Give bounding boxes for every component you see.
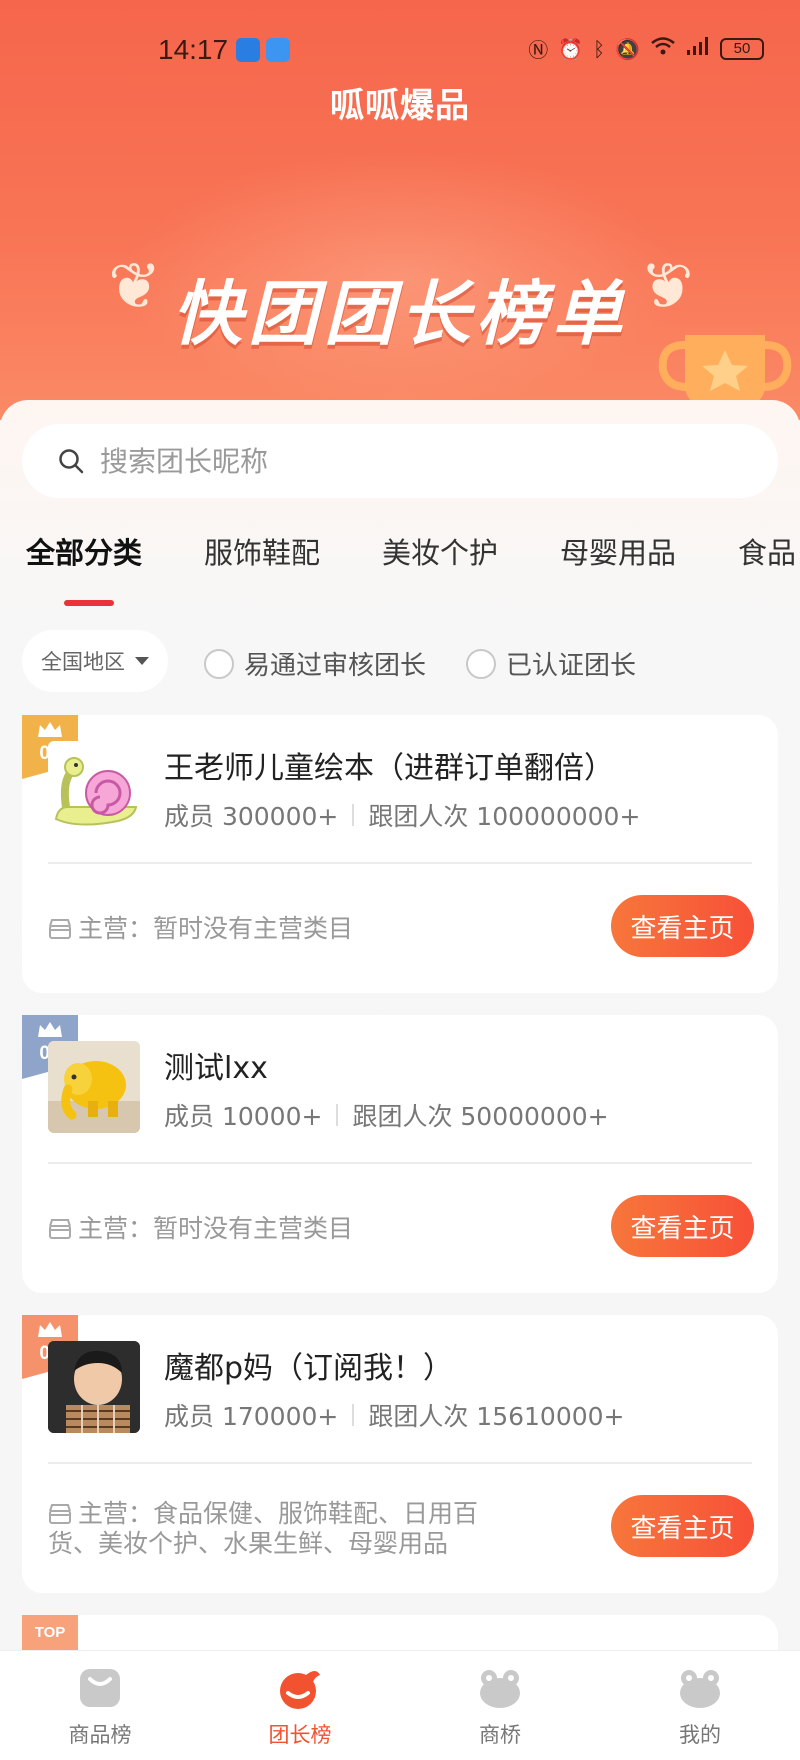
filter-easy-approve[interactable]: 易通过审核团长: [204, 645, 426, 682]
leader-card[interactable]: 03 魔都p妈（订阅我！） 成员 170000+ 跟团人次 15610000+ …: [22, 1315, 778, 1593]
snail-avatar-image: [54, 757, 138, 826]
frog-icon: [480, 1670, 520, 1708]
status-time: 14:17: [158, 34, 229, 65]
crown-icon: [38, 1022, 62, 1037]
member-count: 成员 300000+: [164, 802, 339, 831]
cloud-icon: [266, 38, 290, 62]
leader-card[interactable]: 02 测试lxx 成员 10000+ 跟团人次 50000000+ 主营：暂时没…: [22, 1015, 778, 1293]
main-category-text: 主营：食品保健、服饰鞋配、日用百货、美妆个护、水果生鲜、母婴用品: [48, 1499, 518, 1559]
nav-mine[interactable]: 我的: [600, 1651, 800, 1760]
rank-badge: TOP: [22, 1615, 78, 1655]
leader-name: 王老师儿童绘本（进群订单翻倍）: [164, 751, 614, 786]
follow-count: 跟团人次 100000000+: [368, 802, 641, 831]
follow-count: 跟团人次 50000000+: [352, 1102, 609, 1131]
chevron-down-icon: [135, 657, 149, 665]
divider: [48, 1162, 752, 1164]
avatar[interactable]: [48, 1041, 140, 1133]
main-category-text: 主营：暂时没有主营类目: [48, 1214, 518, 1244]
shop-icon: [49, 1219, 71, 1239]
main-category: 主营：暂时没有主营类目: [48, 1165, 518, 1293]
view-homepage-button[interactable]: 查看主页: [611, 1195, 754, 1257]
nav-leader-rank[interactable]: 团长榜: [200, 1651, 400, 1760]
region-label: 全国地区: [41, 650, 125, 674]
member-count: 成员 10000+: [164, 1102, 323, 1131]
crown-icon: [38, 1322, 62, 1337]
status-indicators: Ⓝ ⏰ ᛒ 🔕 50: [528, 34, 764, 63]
stat-separator: [336, 1104, 339, 1126]
battery-indicator: 50: [720, 37, 764, 60]
main-category-value: 暂时没有主营类目: [153, 914, 354, 943]
mute-icon: 🔕: [615, 36, 640, 61]
bag-icon: [80, 1669, 120, 1707]
tab-apparel[interactable]: 服饰鞋配: [204, 530, 320, 572]
filter-verified-label: 已认证团长: [506, 651, 637, 681]
stat-separator: [352, 804, 355, 826]
region-dropdown[interactable]: 全国地区: [22, 630, 168, 692]
elephant-avatar-image: [48, 1041, 140, 1133]
frog-icon: [680, 1670, 720, 1708]
nav-product-rank[interactable]: 商品榜: [0, 1651, 200, 1760]
bluetooth-icon: ᛒ: [593, 36, 606, 61]
filter-verified[interactable]: 已认证团长: [466, 645, 636, 682]
leader-card[interactable]: 01 王老师儿童绘本（进群订单翻倍） 成员 300000+ 跟团人次 10000…: [22, 715, 778, 993]
leader-stats: 成员 10000+ 跟团人次 50000000+: [164, 1097, 609, 1133]
app-title: 呱呱爆品: [330, 86, 470, 126]
tab-baby[interactable]: 母婴用品: [560, 530, 676, 572]
view-homepage-button[interactable]: 查看主页: [611, 1495, 754, 1557]
divider: [48, 1462, 752, 1464]
radio-button[interactable]: [466, 648, 496, 679]
tab-all[interactable]: 全部分类: [26, 530, 142, 572]
leader-name: 测试lxx: [164, 1051, 268, 1086]
baby-avatar-image: [48, 1341, 140, 1433]
nav-label: 商品榜: [68, 1723, 132, 1747]
view-homepage-button[interactable]: 查看主页: [611, 895, 754, 957]
main-category: 主营：暂时没有主营类目: [48, 865, 518, 993]
search-input[interactable]: [100, 444, 720, 478]
leader-stats: 成员 170000+ 跟团人次 15610000+: [164, 1397, 624, 1433]
nfc-icon: Ⓝ: [528, 38, 549, 62]
main-category: 主营：食品保健、服饰鞋配、日用百货、美妆个护、水果生鲜、母婴用品: [48, 1465, 518, 1593]
divider: [48, 862, 752, 864]
tab-beauty[interactable]: 美妆个护: [382, 530, 498, 572]
signal-icon: [686, 36, 710, 61]
member-count: 成员 170000+: [164, 1402, 339, 1431]
hero-banner: 14:17 Ⓝ ⏰ ᛒ 🔕 50 呱呱爆品 ❦ 快团团长榜单 ❦: [0, 0, 800, 420]
main-category-text: 主营：暂时没有主营类目: [48, 914, 518, 944]
laurel-right-icon: ❦: [640, 250, 694, 324]
search-bar[interactable]: [22, 424, 778, 498]
alarm-icon: ⏰: [558, 36, 584, 61]
nav-label: 团长榜: [268, 1723, 332, 1747]
notification-app-icon: [236, 38, 260, 62]
avatar[interactable]: [48, 1341, 140, 1433]
avatar[interactable]: [48, 741, 140, 833]
wifi-icon: [650, 36, 676, 61]
bottom-nav: 商品榜 团长榜 商桥 我的: [0, 1650, 800, 1760]
category-tabs: 全部分类 服饰鞋配 美妆个护 母婴用品 食品: [0, 530, 800, 610]
crown-icon: [38, 722, 62, 737]
stat-separator: [352, 1404, 355, 1426]
follow-count: 跟团人次 15610000+: [368, 1402, 625, 1431]
leader-name: 魔都p妈（订阅我！）: [164, 1351, 454, 1386]
filter-easy-approve-label: 易通过审核团长: [244, 651, 427, 681]
main-category-value: 暂时没有主营类目: [153, 1214, 354, 1243]
leader-stats: 成员 300000+ 跟团人次 100000000+: [164, 797, 640, 833]
tab-food[interactable]: 食品: [738, 530, 796, 572]
main-category-label: 主营：: [78, 1214, 154, 1243]
leader-icon: [280, 1671, 320, 1709]
shop-icon: [49, 1504, 71, 1524]
active-tab-indicator: [64, 600, 114, 606]
shop-icon: [49, 919, 71, 939]
main-category-label: 主营：: [78, 914, 154, 943]
radio-button[interactable]: [204, 648, 234, 679]
status-bar: 14:17 Ⓝ ⏰ ᛒ 🔕 50: [0, 30, 800, 70]
nav-label: 商桥: [479, 1723, 521, 1747]
nav-bridge[interactable]: 商桥: [400, 1651, 600, 1760]
filter-row: 全国地区 易通过审核团长 已认证团长: [0, 630, 800, 694]
main-category-label: 主营：: [78, 1499, 154, 1528]
nav-label: 我的: [679, 1723, 721, 1747]
search-icon: [59, 449, 84, 474]
